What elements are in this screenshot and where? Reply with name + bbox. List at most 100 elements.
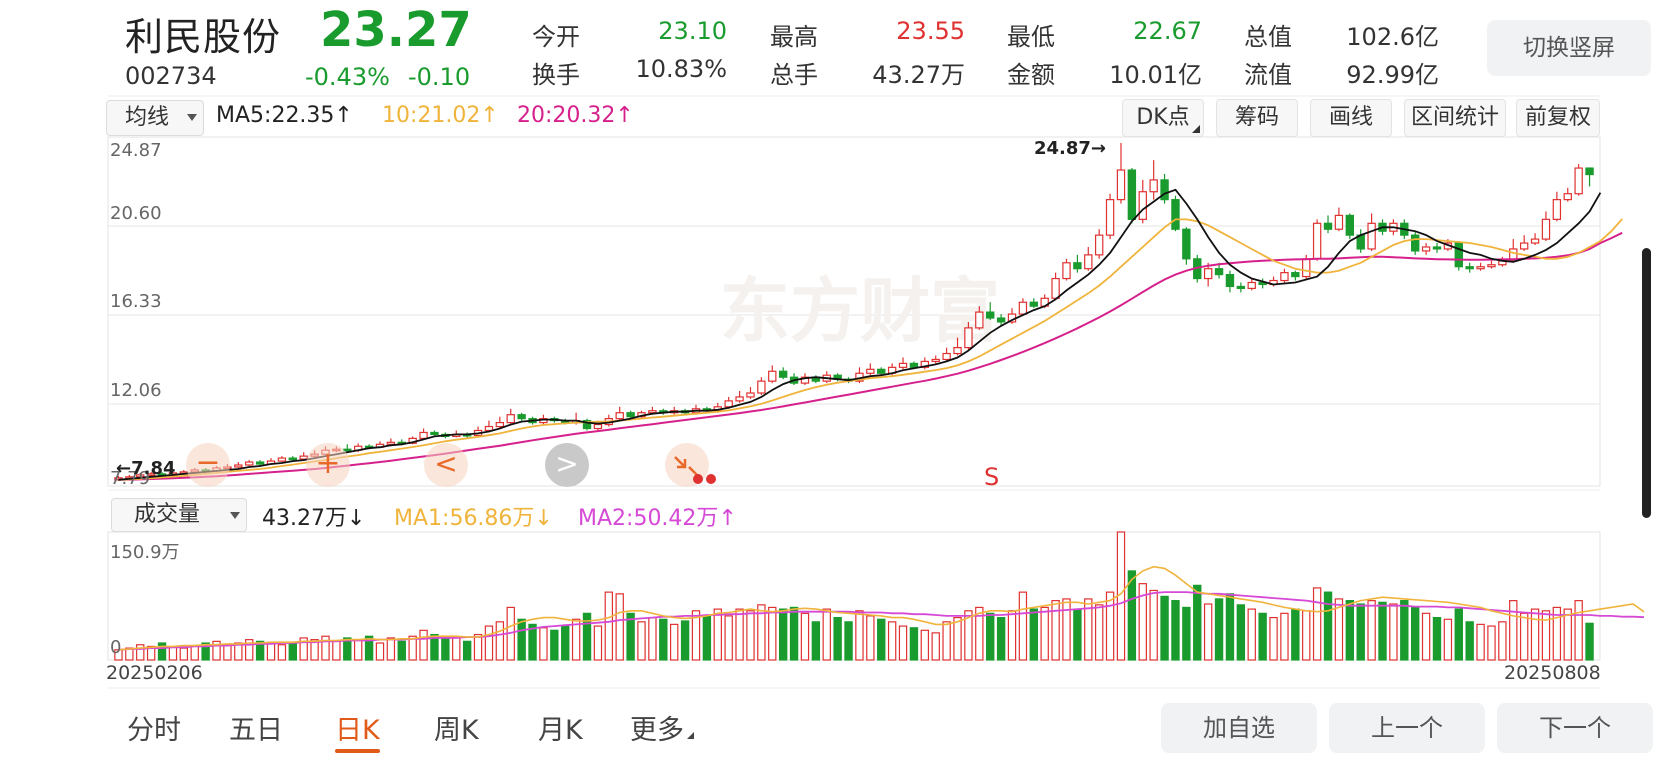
volume-bar: [353, 639, 363, 661]
tab-more[interactable]: 更多: [630, 708, 694, 747]
volume-bar: [887, 621, 897, 661]
candle-body: [1476, 266, 1485, 270]
zoom-out-button[interactable]: −: [186, 443, 230, 487]
scroll-left-button[interactable]: <: [424, 443, 468, 487]
volume-bar: [789, 606, 799, 661]
candle-body: [931, 358, 940, 363]
tab-weekly-k[interactable]: 周K: [434, 708, 479, 747]
volume-bar: [1203, 603, 1213, 661]
volume-bar: [735, 608, 744, 661]
candle-body: [1051, 277, 1060, 299]
volume-bar: [223, 644, 232, 661]
candle-body: [953, 347, 962, 355]
tab-five-day[interactable]: 五日: [229, 708, 283, 747]
tab-intraday[interactable]: 分时: [127, 708, 181, 747]
candle-body: [724, 400, 733, 408]
candle-body: [757, 380, 766, 394]
next-stock-button[interactable]: 下一个: [1497, 703, 1653, 753]
volume-bar: [1040, 606, 1049, 661]
volume-bar: [1541, 610, 1551, 661]
previous-stock-button[interactable]: 上一个: [1329, 703, 1485, 753]
vol-ma2-legend: MA2:50.42万↑: [578, 506, 737, 531]
scrollbar[interactable]: [1642, 248, 1651, 518]
volume-bar: [1007, 610, 1017, 661]
volume-indicator-label: 成交量: [134, 502, 201, 527]
volume-bar: [1073, 608, 1082, 661]
volume-bar: [1356, 603, 1365, 661]
add-watchlist-button[interactable]: 加自选: [1161, 703, 1317, 753]
volume-bar: [898, 625, 908, 661]
volume-bar: [157, 642, 167, 661]
down-arrow-icon: ↓: [534, 506, 553, 531]
volume-bar: [1509, 600, 1518, 661]
candle-body: [1029, 301, 1038, 307]
candle-body: [746, 392, 755, 398]
volume-axis-max: 150.9万: [110, 542, 180, 563]
candle-body: [419, 431, 428, 439]
volume-bar: [768, 606, 777, 661]
volume-bar: [517, 618, 526, 661]
volume-bar: [670, 623, 679, 661]
candle-body: [506, 414, 515, 424]
up-arrow-icon: ↑: [718, 506, 737, 531]
volume-bar: [1400, 600, 1409, 661]
candle-body: [1291, 272, 1300, 278]
volume-bar: [561, 625, 570, 661]
volume-bar: [1443, 618, 1453, 661]
volume-bar: [713, 608, 722, 661]
volume-bar: [375, 642, 385, 661]
volume-bar: [1585, 622, 1594, 661]
candle-body: [1519, 242, 1529, 250]
volume-bar: [1378, 601, 1387, 661]
volume-bar: [909, 627, 919, 661]
volume-bar: [833, 616, 842, 661]
volume-bar: [1454, 608, 1463, 661]
volume-bar: [724, 615, 733, 661]
candle-body: [1323, 222, 1333, 230]
candle-body: [517, 414, 526, 420]
volume-bar: [1465, 621, 1474, 661]
kline-chart[interactable]: 东方财富: [0, 0, 1665, 769]
volume-bar: [1127, 570, 1137, 661]
tab-monthly-k[interactable]: 月K: [538, 708, 583, 747]
corner-triangle-icon: [687, 732, 694, 739]
candle-body: [1530, 238, 1540, 244]
candle-body: [1302, 258, 1311, 278]
volume-bar: [931, 632, 940, 661]
volume-bar: [397, 640, 406, 661]
volume-bar: [1411, 606, 1420, 661]
volume-bar: [1563, 608, 1572, 661]
candle-body: [1541, 218, 1551, 240]
price-axis-label: 12.06: [110, 380, 162, 401]
volume-axis-min: 0: [110, 637, 122, 658]
volume-bar: [462, 640, 472, 661]
tab-daily-k[interactable]: 日K: [335, 708, 380, 753]
volume-bar: [1389, 603, 1398, 661]
volume-bar: [593, 625, 603, 661]
volume-bar: [746, 610, 755, 661]
volume-bar: [1258, 612, 1267, 661]
volume-bar: [822, 608, 831, 661]
volume-bar: [1029, 608, 1038, 661]
vol-ma1-legend: MA1:56.86万↓: [394, 506, 553, 531]
down-arrow-icon: ↓: [346, 506, 366, 531]
candle-body: [1574, 167, 1583, 195]
candle-body: [615, 412, 624, 420]
candle-body: [1487, 264, 1496, 268]
volume-bar: [473, 633, 483, 661]
candle-body: [964, 327, 973, 349]
scroll-right-button[interactable]: >: [545, 443, 589, 487]
start-date: 20250206: [106, 662, 203, 684]
volume-bar: [1432, 616, 1442, 661]
volume-bar: [1280, 612, 1289, 661]
volume-bar: [495, 621, 505, 661]
volume-bar: [1214, 598, 1224, 661]
zoom-in-button[interactable]: +: [306, 443, 350, 487]
candle-body: [1334, 214, 1344, 230]
candle-body: [1073, 262, 1082, 270]
volume-bar: [1302, 610, 1311, 661]
volume-indicator-select[interactable]: 成交量: [111, 498, 247, 532]
candle-body: [1171, 199, 1180, 230]
volume-bar: [986, 612, 995, 661]
price-axis-label: 20.60: [110, 203, 162, 224]
